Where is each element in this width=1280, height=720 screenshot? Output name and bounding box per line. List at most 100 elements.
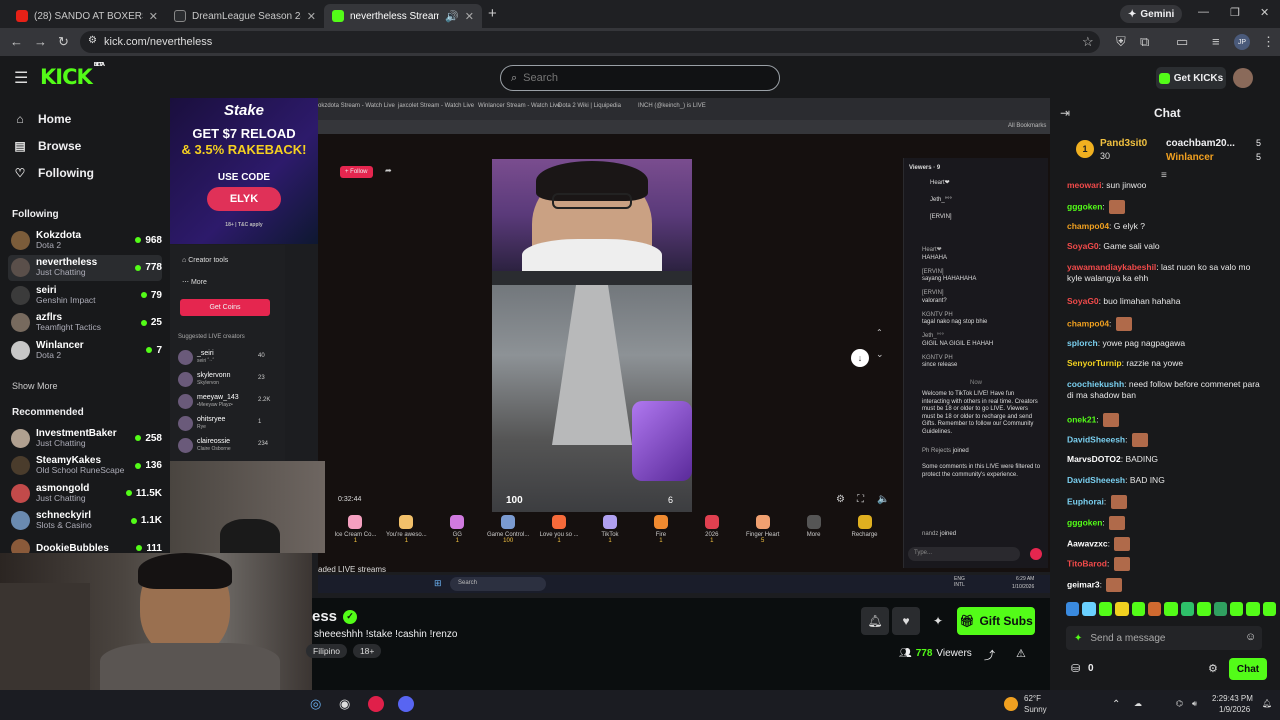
close-icon[interactable]: ✕	[465, 10, 474, 23]
cloud-icon[interactable]: ☁	[1134, 699, 1142, 708]
back-icon[interactable]: ←	[10, 34, 23, 49]
sidebar-item-browse[interactable]: ▤ Browse	[12, 139, 81, 153]
browser-tab[interactable]: (28) SANDO AT BOXERS - YouTube ✕	[8, 4, 166, 28]
leader-name[interactable]: Pand3sit0	[1100, 138, 1147, 149]
emote-icon[interactable]	[1115, 602, 1129, 616]
tab-search-icon[interactable]: ▭	[1176, 34, 1188, 50]
bookmark-star-icon[interactable]: ☆	[1082, 34, 1094, 50]
emote-icon[interactable]	[1262, 602, 1277, 616]
chat-settings-icon[interactable]: ⚙	[1208, 662, 1218, 675]
restore-button[interactable]: ❐	[1230, 6, 1240, 19]
media-player-icon[interactable]	[368, 696, 384, 712]
chat-username[interactable]: SoyaG0	[1067, 296, 1099, 306]
chat-username[interactable]: splorch	[1067, 338, 1098, 348]
send-chat-button[interactable]: Chat	[1229, 658, 1267, 680]
user-avatar[interactable]	[1233, 68, 1253, 88]
extensions-icon[interactable]: ⧉	[1140, 34, 1149, 50]
search-bar[interactable]: ⌕	[500, 65, 780, 91]
emoji-picker-icon[interactable]: ☺	[1245, 631, 1256, 643]
channel-row[interactable]: asmongold Just Chatting 11.5K	[8, 480, 162, 506]
chat-username[interactable]: yawamandiaykabeshil	[1067, 262, 1156, 272]
shield-extension-icon[interactable]: ⛨	[1116, 34, 1126, 50]
browser-tab[interactable]: DreamLeague Season 28: South... ✕	[166, 4, 324, 28]
menu-kebab-icon[interactable]: ⋮	[1262, 34, 1275, 50]
close-icon[interactable]: ✕	[149, 10, 158, 23]
close-icon[interactable]: ✕	[307, 10, 316, 23]
report-icon[interactable]: ⚠	[1016, 647, 1026, 660]
sparkle-button[interactable]: ✦	[924, 607, 952, 635]
tag-pill[interactable]: 18+	[352, 644, 382, 658]
discord-icon[interactable]	[398, 696, 414, 712]
emote-quick-row[interactable]	[1066, 602, 1277, 618]
media-icon[interactable]: ≡	[1212, 34, 1220, 49]
app-icon[interactable]: ◉	[339, 696, 350, 712]
chat-username[interactable]: onek21	[1067, 414, 1096, 424]
chat-input[interactable]: ✦ Send a message	[1066, 626, 1262, 650]
profile-avatar[interactable]: JP	[1234, 34, 1250, 50]
notification-bell-icon[interactable]: 🔔︎	[1262, 699, 1272, 708]
collapse-chat-icon[interactable]: ⇥	[1060, 106, 1070, 120]
channel-row[interactable]: schneckyirl Slots & Casino 1.1K	[8, 508, 162, 534]
chat-username[interactable]: champo04	[1067, 221, 1109, 231]
search-input[interactable]	[523, 72, 744, 84]
network-icon[interactable]: ⌬	[1176, 699, 1183, 708]
chat-username[interactable]: SenyorTurnip	[1067, 358, 1122, 368]
site-info-icon[interactable]: ⚙	[88, 35, 97, 46]
channel-name[interactable]: ess	[312, 608, 337, 625]
get-kicks-button[interactable]: Get KICKs	[1156, 67, 1226, 89]
new-tab-button[interactable]: +	[488, 5, 497, 22]
gemini-button[interactable]: ✦ Gemini	[1120, 5, 1183, 23]
channel-row[interactable]: azflrs Teamfight Tactics 25	[8, 310, 162, 336]
chat-username[interactable]: Aawavzxc	[1067, 538, 1108, 548]
minimize-button[interactable]: —	[1198, 6, 1209, 18]
chat-username[interactable]: DavidSheeesh	[1067, 475, 1125, 485]
emote-icon[interactable]	[1213, 602, 1227, 616]
chat-username[interactable]: geimar3	[1067, 579, 1100, 589]
chat-username[interactable]: meowari	[1067, 180, 1102, 190]
channel-row[interactable]: InvestmentBaker Just Chatting 258	[8, 425, 162, 451]
channel-row[interactable]: Winlancer Dota 2 7	[8, 337, 162, 363]
emote-icon[interactable]	[1197, 602, 1211, 616]
chat-username[interactable]: Euphorai	[1067, 496, 1104, 506]
steam-icon[interactable]: ◎	[310, 696, 321, 712]
kick-logo[interactable]: KICK BETA	[40, 62, 105, 89]
channel-row[interactable]: SteamyKakes Old School RuneScape 136	[8, 453, 162, 479]
chat-username[interactable]: champo04	[1067, 318, 1109, 328]
channel-row[interactable]: Kokzdota Dota 2 968	[8, 227, 162, 253]
chat-username[interactable]: MarvsDOTO2	[1067, 454, 1121, 464]
chat-username[interactable]: gggoken	[1067, 517, 1102, 527]
share-button[interactable]: ⤴	[984, 647, 995, 663]
browser-tab-active[interactable]: nevertheless Stream - Watch... 🔊 ✕	[324, 4, 482, 28]
leader-name[interactable]: coachbam20...	[1166, 138, 1235, 149]
emote-icon[interactable]	[1131, 602, 1145, 616]
chat-username[interactable]: coochiekushh	[1067, 379, 1124, 389]
notification-bell-button[interactable]: 🔔︎	[861, 607, 889, 635]
follow-heart-button[interactable]: ♥	[892, 607, 920, 635]
show-more-link[interactable]: Show More	[12, 381, 58, 391]
url-field[interactable]: ⚙ kick.com/nevertheless	[80, 31, 1100, 53]
emote-icon[interactable]	[1246, 602, 1260, 616]
chat-username[interactable]: TitoBarod	[1067, 558, 1107, 568]
emote-icon[interactable]	[1066, 602, 1080, 616]
tag-pill[interactable]: Filipino	[306, 644, 347, 658]
speaker-icon[interactable]: 🔊︎	[1192, 699, 1197, 709]
channel-row[interactable]: nevertheless Just Chatting 778	[8, 254, 162, 281]
sidebar-item-following[interactable]: ♡ Following	[12, 166, 94, 180]
leader-name[interactable]: Winlancer	[1166, 152, 1214, 163]
reload-icon[interactable]: ↻	[58, 34, 69, 50]
emote-icon[interactable]	[1229, 602, 1244, 616]
emote-icon[interactable]	[1180, 602, 1195, 616]
emote-icon[interactable]	[1147, 602, 1162, 616]
channel-row[interactable]: seiri Genshin Impact 79	[8, 282, 162, 308]
close-window-button[interactable]: ✕	[1260, 6, 1269, 19]
chat-username[interactable]: SoyaG0	[1067, 241, 1099, 251]
tray-chevron-icon[interactable]: ⌃	[1112, 699, 1120, 710]
forward-icon[interactable]: →	[34, 34, 47, 49]
emote-icon[interactable]	[1082, 602, 1096, 616]
chat-username[interactable]: DavidSheeesh	[1067, 434, 1125, 444]
audio-icon[interactable]: 🔊	[445, 10, 459, 23]
hamburger-menu-icon[interactable]: ☰	[14, 68, 28, 88]
emote-icon[interactable]	[1164, 602, 1178, 616]
gift-subs-button[interactable]: 🎁︎ Gift Subs	[957, 607, 1035, 635]
emote-icon[interactable]	[1098, 602, 1113, 616]
